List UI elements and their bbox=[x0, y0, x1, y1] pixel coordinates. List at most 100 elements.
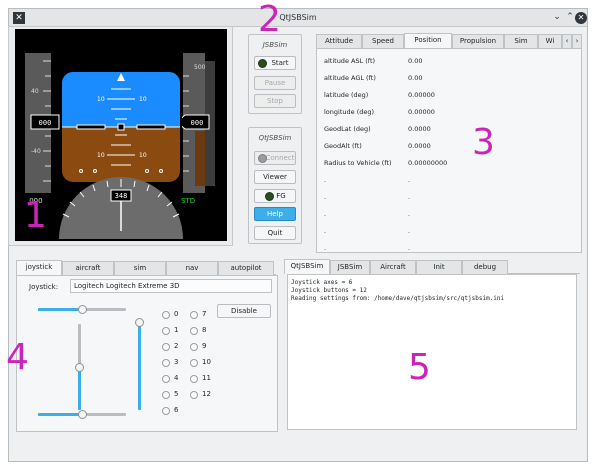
log-line: Joystick axes = 6 bbox=[291, 279, 353, 286]
property-label: GeodAlt (ft) bbox=[324, 142, 362, 150]
property-label: GeodLat (deg) bbox=[324, 125, 371, 133]
annotation-4: 4 bbox=[6, 337, 29, 378]
log-line: Reading settings from: /home/dave/qtjsbs… bbox=[291, 295, 505, 302]
property-value: . bbox=[408, 244, 411, 252]
joystick-button-radio[interactable] bbox=[162, 391, 170, 399]
tab-wind[interactable]: Wi bbox=[538, 34, 562, 48]
joystick-button-label: 2 bbox=[174, 342, 179, 350]
fg-button[interactable]: FG bbox=[254, 189, 296, 203]
property-label: . bbox=[324, 227, 327, 235]
disable-button[interactable]: Disable bbox=[217, 304, 271, 318]
tab-speed[interactable]: Speed bbox=[362, 34, 404, 48]
pause-button[interactable]: Pause bbox=[254, 76, 296, 90]
aircraft-symbol bbox=[76, 123, 166, 131]
tab-propulsion[interactable]: Propulsion bbox=[452, 34, 504, 48]
svg-text:-40: -40 bbox=[31, 148, 41, 155]
joystick-button-radio[interactable] bbox=[162, 359, 170, 367]
annotation-2: 2 bbox=[258, 0, 281, 40]
tab-sim[interactable]: Sim bbox=[504, 34, 538, 48]
property-label: latitude (deg) bbox=[324, 91, 369, 99]
property-value: 0.00000000 bbox=[408, 159, 448, 167]
tab-aircraft[interactable]: aircraft bbox=[62, 261, 114, 275]
help-button[interactable]: Help bbox=[254, 207, 296, 221]
joystick-button-label: 12 bbox=[202, 390, 211, 398]
tab-autopilot[interactable]: autopilot bbox=[218, 261, 274, 275]
property-value: . bbox=[408, 210, 411, 218]
tab-jsbsim-log[interactable]: JSBSim bbox=[330, 260, 370, 274]
right-vertical-slider-handle[interactable] bbox=[135, 318, 144, 327]
tab-joystick[interactable]: joystick bbox=[16, 260, 62, 275]
bottom-slider-fill bbox=[38, 413, 82, 416]
tab-aircraft-log[interactable]: Aircraft bbox=[370, 260, 416, 274]
altitude-top-label: 500 bbox=[194, 64, 206, 71]
altitude-ground-band bbox=[195, 131, 205, 186]
annotation-5: 5 bbox=[408, 347, 431, 388]
property-value: . bbox=[408, 193, 411, 201]
tabs-scroll-left-icon[interactable]: ‹ bbox=[562, 34, 572, 48]
tab-attitude[interactable]: Attitude bbox=[316, 34, 362, 48]
top-slider-handle[interactable] bbox=[78, 305, 87, 314]
window-title: QtJSBSim bbox=[279, 13, 317, 22]
property-value: 0.00000 bbox=[408, 91, 435, 99]
speed-value: 000 bbox=[39, 119, 52, 127]
tab-init-log[interactable]: Init bbox=[416, 260, 462, 274]
tab-nav[interactable]: nav bbox=[166, 261, 218, 275]
joystick-button-radio[interactable] bbox=[190, 311, 198, 319]
property-label: longitude (deg) bbox=[324, 108, 375, 116]
joystick-button-radio[interactable] bbox=[190, 343, 198, 351]
joystick-button-label: 8 bbox=[202, 326, 207, 334]
joystick-button-radio[interactable] bbox=[162, 343, 170, 351]
joystick-button-radio[interactable] bbox=[190, 375, 198, 383]
property-value: . bbox=[408, 227, 411, 235]
jsbsim-group-title: JSBSim bbox=[262, 41, 288, 49]
quit-button[interactable]: Quit bbox=[254, 226, 296, 240]
joystick-pane bbox=[16, 275, 278, 432]
annotation-3: 3 bbox=[472, 122, 495, 163]
bottom-slider-handle[interactable] bbox=[78, 410, 87, 419]
property-label: . bbox=[324, 244, 327, 252]
left-vertical-slider-handle[interactable] bbox=[75, 363, 84, 372]
tab-qtjsbsim-log[interactable]: QtJSBSim bbox=[284, 259, 330, 274]
property-label: altitude AGL (ft) bbox=[324, 74, 376, 82]
baro-readout: STD bbox=[181, 197, 195, 205]
joystick-button-radio[interactable] bbox=[190, 391, 198, 399]
joystick-button-radio[interactable] bbox=[162, 375, 170, 383]
svg-text:10: 10 bbox=[139, 152, 147, 159]
joystick-button-radio[interactable] bbox=[190, 327, 198, 335]
svg-text:10: 10 bbox=[97, 96, 105, 103]
joystick-name-field[interactable]: Logitech Logitech Extreme 3D bbox=[70, 279, 272, 293]
viewer-button[interactable]: Viewer bbox=[254, 170, 296, 184]
title-bar[interactable]: ✕ QtJSBSim ⌄ ⌃ ✕ bbox=[9, 9, 587, 27]
joystick-button-label: 10 bbox=[202, 358, 211, 366]
minimize-icon[interactable]: ⌄ bbox=[551, 11, 563, 24]
tab-debug-log[interactable]: debug bbox=[462, 260, 508, 274]
pfd-svg: 40 -40 000 500 000 10 10 10 10 .000 STD … bbox=[25, 53, 215, 239]
property-label: . bbox=[324, 210, 327, 218]
heading-value: 348 bbox=[115, 192, 128, 200]
close-icon[interactable]: ✕ bbox=[575, 12, 587, 24]
top-slider-fill bbox=[38, 308, 82, 311]
joystick-button-radio[interactable] bbox=[162, 311, 170, 319]
tabs-scroll-right-icon[interactable]: › bbox=[572, 34, 582, 48]
joystick-button-label: 11 bbox=[202, 374, 211, 382]
stop-button[interactable]: Stop bbox=[254, 94, 296, 108]
tab-position[interactable]: Position bbox=[404, 33, 452, 48]
connect-led-icon bbox=[258, 154, 267, 163]
joystick-button-radio[interactable] bbox=[190, 359, 198, 367]
property-value: 0.0000 bbox=[408, 142, 431, 150]
log-output[interactable]: Joystick axes = 6 Joystick buttons = 12 … bbox=[287, 274, 577, 430]
tab-sim[interactable]: sim bbox=[114, 261, 166, 275]
joystick-label: Joystick: bbox=[29, 283, 59, 291]
connect-button[interactable]: Connect bbox=[254, 151, 296, 165]
start-led-icon bbox=[258, 59, 267, 68]
joystick-button-label: 1 bbox=[174, 326, 179, 334]
property-label: Radius to Vehicle (ft) bbox=[324, 159, 392, 167]
property-label: . bbox=[324, 176, 327, 184]
joystick-button-label: 4 bbox=[174, 374, 179, 382]
joystick-button-radio[interactable] bbox=[162, 327, 170, 335]
svg-text:10: 10 bbox=[97, 152, 105, 159]
joystick-button-label: 7 bbox=[202, 310, 207, 318]
joystick-button-radio[interactable] bbox=[162, 407, 170, 415]
start-button[interactable]: Start bbox=[254, 56, 296, 70]
log-tabbar: QtJSBSim JSBSim Aircraft Init debug bbox=[284, 259, 580, 274]
